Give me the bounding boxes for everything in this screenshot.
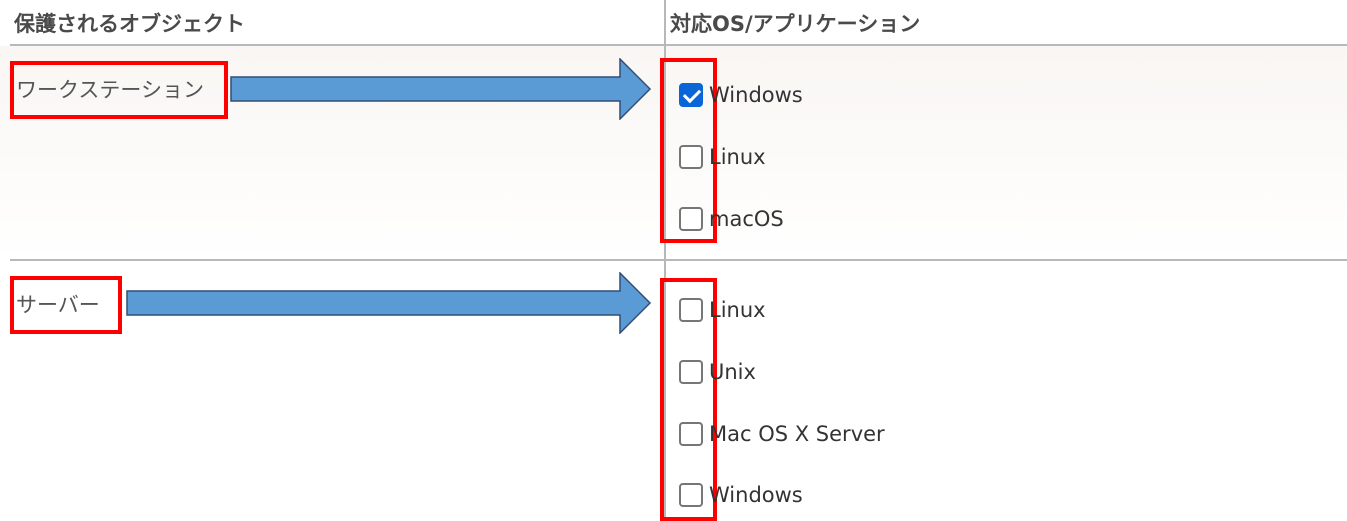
workstation-option-linux[interactable]: Linux [679,145,766,169]
checkbox-unchecked-icon[interactable] [679,207,703,231]
server-option-unix[interactable]: Unix [679,360,756,384]
supported-os-column-header: 対応OS/アプリケーション [670,12,921,36]
option-label: macOS [709,207,784,231]
workstation-option-windows[interactable]: Windows [679,83,803,107]
server-label: サーバー [10,276,122,334]
server-option-mac-os-x-server[interactable]: Mac OS X Server [679,422,885,446]
server-arrow [126,272,652,334]
row-divider [10,259,1347,261]
checkbox-checked-icon[interactable] [679,83,703,107]
protected-object-column-header: 保護されるオブジェクト [14,12,245,36]
option-label: Linux [709,145,766,169]
option-label: Mac OS X Server [709,422,885,446]
workstation-arrow [230,58,652,120]
workstation-label: ワークステーション [10,61,228,119]
checkbox-unchecked-icon[interactable] [679,360,703,384]
option-label: Windows [709,83,803,107]
option-label: Unix [709,360,756,384]
option-label: Windows [709,483,803,507]
checkbox-unchecked-icon[interactable] [679,145,703,169]
server-option-windows[interactable]: Windows [679,483,803,507]
option-label: Linux [709,298,766,322]
server-arrow-shape [126,272,652,334]
server-option-linux[interactable]: Linux [679,298,766,322]
checkbox-unchecked-icon[interactable] [679,422,703,446]
checkbox-unchecked-icon[interactable] [679,483,703,507]
workstation-arrow-shape [230,58,652,120]
workstation-option-macos[interactable]: macOS [679,207,784,231]
checkbox-unchecked-icon[interactable] [679,298,703,322]
header-divider [10,44,1347,46]
